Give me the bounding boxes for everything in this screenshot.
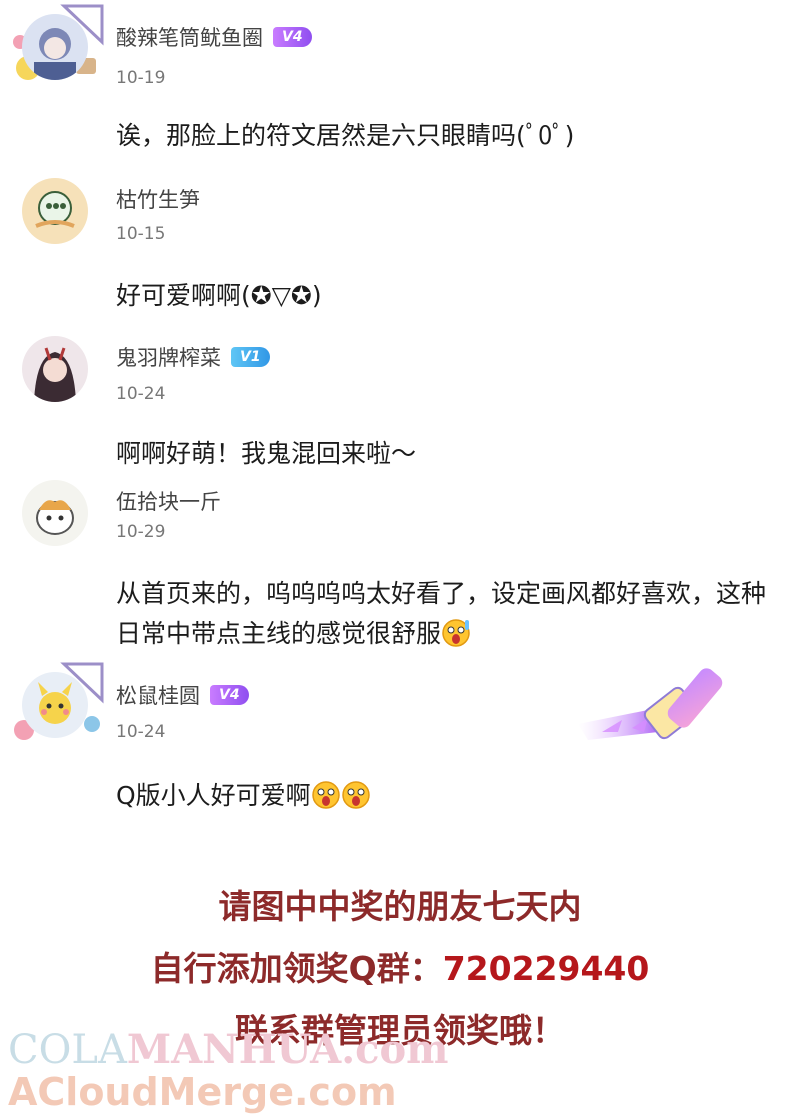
avatar[interactable] [22,14,88,80]
avatar[interactable] [22,336,88,402]
comment-date: 10-29 [116,522,166,542]
comment-text: Q版小人好可爱啊 [116,776,766,816]
watermark-part-1: COLA [8,1027,127,1073]
username-text[interactable]: 枯竹生笋 [116,184,200,214]
vip-badge: V4 [273,27,312,47]
watermark-part-2: MANHUA.com [126,1026,449,1073]
username[interactable]: 鬼羽牌榨菜 V1 [116,342,270,372]
username-text[interactable]: 鬼羽牌榨菜 [116,342,221,372]
username[interactable]: 枯竹生笋 [116,184,200,214]
prize-notice-prefix: 自行添加领奖Q群： [150,949,443,988]
vip-badge: V4 [210,685,249,705]
comment-text: 啊啊好萌！我鬼混回来啦～ [116,439,417,468]
comment-text-content: Q版小人好可爱啊 [116,781,311,810]
comment-date: 10-15 [116,224,166,244]
comment-text: 好可爱啊啊(✪▽✪) [116,281,322,310]
avatar[interactable] [22,672,88,738]
prize-notice-line-1: 请图中中奖的朋友七天内 [218,887,582,926]
comment-date: 10-24 [116,722,166,742]
username[interactable]: 伍拾块一斤 [116,486,221,516]
watermark-acloudmerge: ACloudMerge.com [8,1070,397,1114]
comment-date: 10-19 [116,68,166,88]
avatar[interactable] [22,480,88,546]
comment-date: 10-24 [116,384,166,404]
comment-text: 诶，那脸上的符文居然是六只眼睛吗(ﾟ0ﾟ) [116,121,575,150]
shocked-face-emoji-icon [341,781,370,809]
qq-group-number: 720229440 [442,949,650,988]
avatar[interactable] [22,178,88,244]
username-text[interactable]: 伍拾块一斤 [116,486,221,516]
username[interactable]: 酸辣笔筒鱿鱼圈 V4 [116,22,312,52]
shocked-face-emoji-icon [311,781,340,809]
comment-text: 从首页来的，呜呜呜呜太好看了，设定画风都好喜欢，这种日常中带点主线的感觉很舒服 [116,574,766,654]
paintbrush-decoration-icon [578,668,723,740]
username-text[interactable]: 酸辣笔筒鱿鱼圈 [116,22,263,52]
username-text[interactable]: 松鼠桂圆 [116,680,200,710]
username[interactable]: 松鼠桂圆 V4 [116,680,249,710]
prize-notice-line-2: 自行添加领奖Q群：720229440 [0,942,800,990]
vip-badge: V1 [231,347,270,367]
shocked-face-emoji-icon [442,619,470,647]
watermark-colamanhua: COLAMANHUA.com [8,1026,449,1073]
